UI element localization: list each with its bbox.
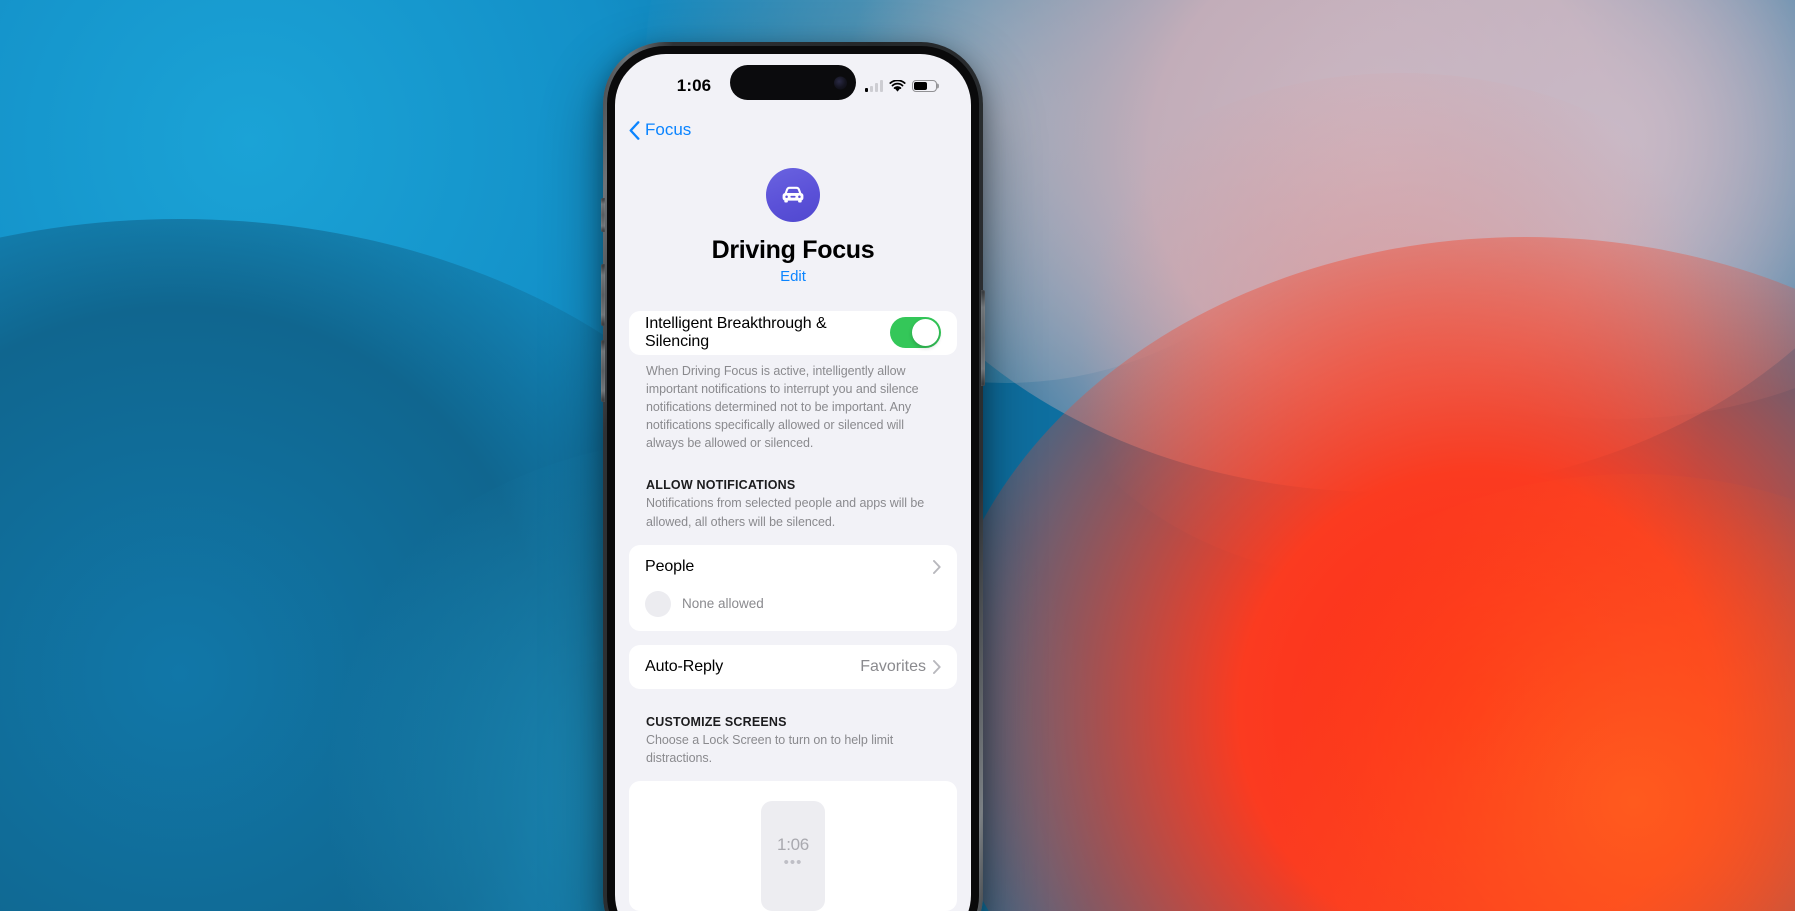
back-button-label: Focus <box>645 120 692 139</box>
customize-screens-header: CUSTOMIZE SCREENS <box>646 714 787 729</box>
customize-screens-card: 1:06 ••• <box>629 780 957 911</box>
customize-screens-footnote: Choose a Lock Screen to turn on to help … <box>646 732 894 765</box>
focus-header: Driving Focus Edit <box>629 152 957 311</box>
intelligent-breakthrough-card: Intelligent Breakthrough & Silencing <box>629 310 957 355</box>
status-bar: 1:06 <box>615 54 971 108</box>
cellular-signal-icon <box>865 80 883 92</box>
people-empty-label: None allowed <box>682 596 764 612</box>
chevron-right-icon <box>933 559 941 574</box>
car-icon <box>766 168 820 222</box>
auto-reply-row[interactable]: Auto-Reply Favorites <box>629 645 957 689</box>
power-button[interactable] <box>981 290 985 386</box>
status-bar-time: 1:06 <box>676 76 712 95</box>
iphone-device: 1:06 Focus Driving Focus Edit Intelligen… <box>597 36 989 911</box>
intelligent-breakthrough-label: Intelligent Breakthrough & Silencing <box>645 314 827 350</box>
people-empty-state: None allowed <box>629 589 957 631</box>
battery-fill <box>914 82 927 90</box>
dynamic-island <box>730 65 856 100</box>
back-button[interactable]: Focus <box>629 120 691 140</box>
device-frame: 1:06 Focus Driving Focus Edit Intelligen… <box>601 42 985 911</box>
chevron-right-icon <box>933 659 941 674</box>
lock-screen-preview-time: 1:06 <box>777 834 809 854</box>
volume-up-button[interactable] <box>601 264 605 326</box>
allow-notifications-header: ALLOW NOTIFICATIONS <box>646 478 796 493</box>
settings-scroll-content[interactable]: Driving Focus Edit Intelligent Breakthro… <box>615 152 971 911</box>
people-row[interactable]: People <box>629 545 957 589</box>
navigation-bar: Focus <box>615 108 971 152</box>
car-glyph <box>782 186 804 203</box>
volume-down-button[interactable] <box>601 340 605 402</box>
lock-screen-preview-dots: ••• <box>783 853 803 871</box>
intelligent-breakthrough-row[interactable]: Intelligent Breakthrough & Silencing <box>629 311 957 355</box>
wifi-icon <box>889 79 906 92</box>
lock-screen-preview[interactable]: 1:06 ••• <box>761 800 825 911</box>
auto-reply-value: Favorites <box>860 657 926 675</box>
auto-reply-card: Auto-Reply Favorites <box>629 644 957 689</box>
allow-notifications-footnote: Notifications from selected people and a… <box>646 496 925 529</box>
front-camera-icon <box>834 76 847 89</box>
auto-reply-label: Auto-Reply <box>645 657 724 675</box>
allow-notifications-card: People None allowed <box>629 544 957 631</box>
battery-icon <box>912 79 937 93</box>
edit-link[interactable]: Edit <box>629 268 957 285</box>
device-bezel: 1:06 Focus Driving Focus Edit Intelligen… <box>607 46 979 911</box>
avatar-placeholder-icon <box>645 590 671 617</box>
status-bar-indicators <box>865 77 937 95</box>
people-label: People <box>645 557 695 575</box>
intelligent-breakthrough-footnote: When Driving Focus is active, intelligen… <box>646 363 919 451</box>
intelligent-breakthrough-toggle[interactable] <box>890 317 941 349</box>
action-button[interactable] <box>601 198 605 232</box>
page-title: Driving Focus <box>711 236 875 264</box>
chevron-left-icon <box>629 120 640 140</box>
phone-screen: 1:06 Focus Driving Focus Edit Intelligen… <box>615 54 971 911</box>
toggle-knob <box>912 319 939 347</box>
